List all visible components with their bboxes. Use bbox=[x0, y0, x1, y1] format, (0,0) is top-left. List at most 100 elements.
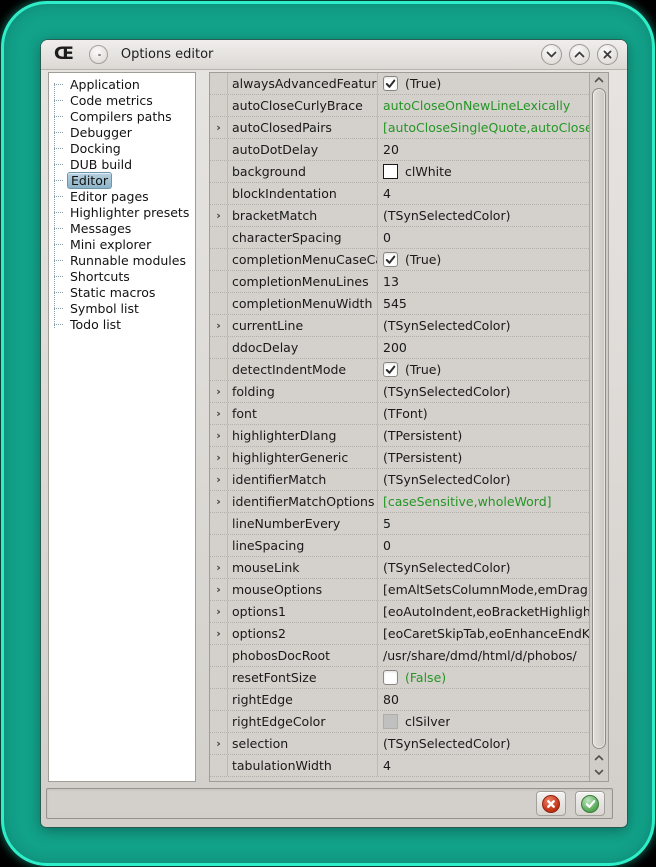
sidebar-item-editor[interactable]: Editor bbox=[49, 172, 195, 188]
sidebar-item-code-metrics[interactable]: Code metrics bbox=[49, 92, 195, 108]
property-row[interactable]: ›options2[eoCaretSkipTab,eoEnhanceEndKey… bbox=[210, 623, 589, 645]
property-row[interactable]: ›selection(TSynSelectedColor) bbox=[210, 733, 589, 755]
property-value-cell[interactable]: (TSynSelectedColor) bbox=[378, 315, 589, 336]
sidebar-item-compilers-paths[interactable]: Compilers paths bbox=[49, 108, 195, 124]
sidebar-item-static-macros[interactable]: Static macros bbox=[49, 284, 195, 300]
property-value-cell[interactable]: 20 bbox=[378, 139, 589, 160]
property-row[interactable]: blockIndentation4 bbox=[210, 183, 589, 205]
property-value-cell[interactable]: (TPersistent) bbox=[378, 425, 589, 446]
property-value-cell[interactable]: (TSynSelectedColor) bbox=[378, 733, 589, 754]
row-expander-cell[interactable]: › bbox=[210, 579, 228, 600]
property-value-cell[interactable]: 545 bbox=[378, 293, 589, 314]
cancel-button[interactable] bbox=[536, 791, 566, 816]
expand-arrow-icon[interactable]: › bbox=[216, 430, 221, 441]
property-value-cell[interactable]: (True) bbox=[378, 249, 589, 270]
maximize-button[interactable] bbox=[569, 44, 590, 65]
sidebar-item-todo-list[interactable]: Todo list bbox=[49, 316, 195, 332]
property-value-cell[interactable]: 4 bbox=[378, 755, 589, 776]
property-row[interactable]: alwaysAdvancedFeatures(True) bbox=[210, 73, 589, 95]
property-value-cell[interactable]: (TSynSelectedColor) bbox=[378, 381, 589, 402]
checkbox-unchecked[interactable] bbox=[383, 670, 398, 685]
property-value-cell[interactable]: 0 bbox=[378, 535, 589, 556]
expand-arrow-icon[interactable]: › bbox=[216, 562, 221, 573]
sidebar-item-highlighter-presets[interactable]: Highlighter presets bbox=[49, 204, 195, 220]
row-expander-cell[interactable]: › bbox=[210, 381, 228, 402]
property-value-cell[interactable]: 5 bbox=[378, 513, 589, 534]
accept-button[interactable] bbox=[575, 791, 605, 816]
property-value-cell[interactable]: [eoAutoIndent,eoBracketHighlight,e bbox=[378, 601, 589, 622]
property-value-cell[interactable]: 4 bbox=[378, 183, 589, 204]
property-row[interactable]: ›highlighterDlang(TPersistent) bbox=[210, 425, 589, 447]
property-value-cell[interactable]: (TSynSelectedColor) bbox=[378, 469, 589, 490]
row-expander-cell[interactable]: › bbox=[210, 557, 228, 578]
property-row[interactable]: lineSpacing0 bbox=[210, 535, 589, 557]
row-expander-cell[interactable]: › bbox=[210, 425, 228, 446]
color-swatch[interactable] bbox=[383, 164, 398, 179]
property-value-cell[interactable]: (TSynSelectedColor) bbox=[378, 205, 589, 226]
property-row[interactable]: resetFontSize(False) bbox=[210, 667, 589, 689]
property-row[interactable]: ›autoClosedPairs[autoCloseSingleQuote,au… bbox=[210, 117, 589, 139]
property-value-cell[interactable]: [emAltSetsColumnMode,emDragDrop bbox=[378, 579, 589, 600]
property-row[interactable]: ›currentLine(TSynSelectedColor) bbox=[210, 315, 589, 337]
expand-arrow-icon[interactable]: › bbox=[216, 496, 221, 507]
scrollbar-thumb[interactable] bbox=[592, 88, 606, 749]
scroll-down-button[interactable] bbox=[590, 765, 608, 779]
property-row[interactable]: lineNumberEvery5 bbox=[210, 513, 589, 535]
scroll-up-button[interactable] bbox=[590, 73, 608, 87]
expand-arrow-icon[interactable]: › bbox=[216, 628, 221, 639]
checkbox-checked[interactable] bbox=[383, 252, 398, 267]
sidebar-item-messages[interactable]: Messages bbox=[49, 220, 195, 236]
property-row[interactable]: rightEdgeColorclSilver bbox=[210, 711, 589, 733]
property-value-cell[interactable]: 200 bbox=[378, 337, 589, 358]
property-row[interactable]: autoCloseCurlyBraceautoCloseOnNewLineLex… bbox=[210, 95, 589, 117]
property-row[interactable]: characterSpacing0 bbox=[210, 227, 589, 249]
sidebar-item-editor-pages[interactable]: Editor pages bbox=[49, 188, 195, 204]
grid-scrollbar[interactable] bbox=[589, 73, 608, 781]
property-row[interactable]: ›font(TFont) bbox=[210, 403, 589, 425]
property-row[interactable]: ddocDelay200 bbox=[210, 337, 589, 359]
property-value-cell[interactable]: clWhite bbox=[378, 161, 589, 182]
property-row[interactable]: ›bracketMatch(TSynSelectedColor) bbox=[210, 205, 589, 227]
property-row[interactable]: completionMenuWidth545 bbox=[210, 293, 589, 315]
checkbox-checked[interactable] bbox=[383, 362, 398, 377]
property-row[interactable]: ›highlighterGeneric(TPersistent) bbox=[210, 447, 589, 469]
property-row[interactable]: ›options1[eoAutoIndent,eoBracketHighligh… bbox=[210, 601, 589, 623]
property-row[interactable]: ›identifierMatch(TSynSelectedColor) bbox=[210, 469, 589, 491]
sidebar-item-dub-build[interactable]: DUB build bbox=[49, 156, 195, 172]
expand-arrow-icon[interactable]: › bbox=[216, 210, 221, 221]
property-row[interactable]: ›identifierMatchOptions[caseSensitive,wh… bbox=[210, 491, 589, 513]
property-row[interactable]: completionMenuCaseCare(True) bbox=[210, 249, 589, 271]
sidebar-item-debugger[interactable]: Debugger bbox=[49, 124, 195, 140]
sidebar-item-symbol-list[interactable]: Symbol list bbox=[49, 300, 195, 316]
sidebar-item-docking[interactable]: Docking bbox=[49, 140, 195, 156]
sidebar-item-shortcuts[interactable]: Shortcuts bbox=[49, 268, 195, 284]
expand-arrow-icon[interactable]: › bbox=[216, 452, 221, 463]
property-row[interactable]: ›mouseOptions[emAltSetsColumnMode,emDrag… bbox=[210, 579, 589, 601]
property-value-cell[interactable]: [autoCloseSingleQuote,autoCloseDou bbox=[378, 117, 589, 138]
property-value-cell[interactable]: (False) bbox=[378, 667, 589, 688]
property-row[interactable]: ›folding(TSynSelectedColor) bbox=[210, 381, 589, 403]
property-value-cell[interactable]: (TSynSelectedColor) bbox=[378, 557, 589, 578]
row-expander-cell[interactable]: › bbox=[210, 601, 228, 622]
color-swatch[interactable] bbox=[383, 714, 398, 729]
property-value-cell[interactable]: autoCloseOnNewLineLexically bbox=[378, 95, 589, 116]
expand-arrow-icon[interactable]: › bbox=[216, 584, 221, 595]
property-value-cell[interactable]: 0 bbox=[378, 227, 589, 248]
row-expander-cell[interactable]: › bbox=[210, 623, 228, 644]
property-value-cell[interactable]: [caseSensitive,wholeWord] bbox=[378, 491, 589, 512]
property-value-cell[interactable]: 80 bbox=[378, 689, 589, 710]
checkbox-checked[interactable] bbox=[383, 76, 398, 91]
scroll-up-button-bottom[interactable] bbox=[590, 751, 608, 765]
sidebar-item-runnable-modules[interactable]: Runnable modules bbox=[49, 252, 195, 268]
property-value-cell[interactable]: (TPersistent) bbox=[378, 447, 589, 468]
sidebar-item-application[interactable]: Application bbox=[49, 76, 195, 92]
minimize-button[interactable] bbox=[541, 44, 562, 65]
property-row[interactable]: backgroundclWhite bbox=[210, 161, 589, 183]
property-value-cell[interactable]: clSilver bbox=[378, 711, 589, 732]
row-expander-cell[interactable]: › bbox=[210, 447, 228, 468]
row-expander-cell[interactable]: › bbox=[210, 205, 228, 226]
window-menu-button[interactable] bbox=[89, 45, 108, 64]
property-value-cell[interactable]: (True) bbox=[378, 359, 589, 380]
scrollbar-track[interactable] bbox=[590, 87, 608, 751]
expand-arrow-icon[interactable]: › bbox=[216, 474, 221, 485]
